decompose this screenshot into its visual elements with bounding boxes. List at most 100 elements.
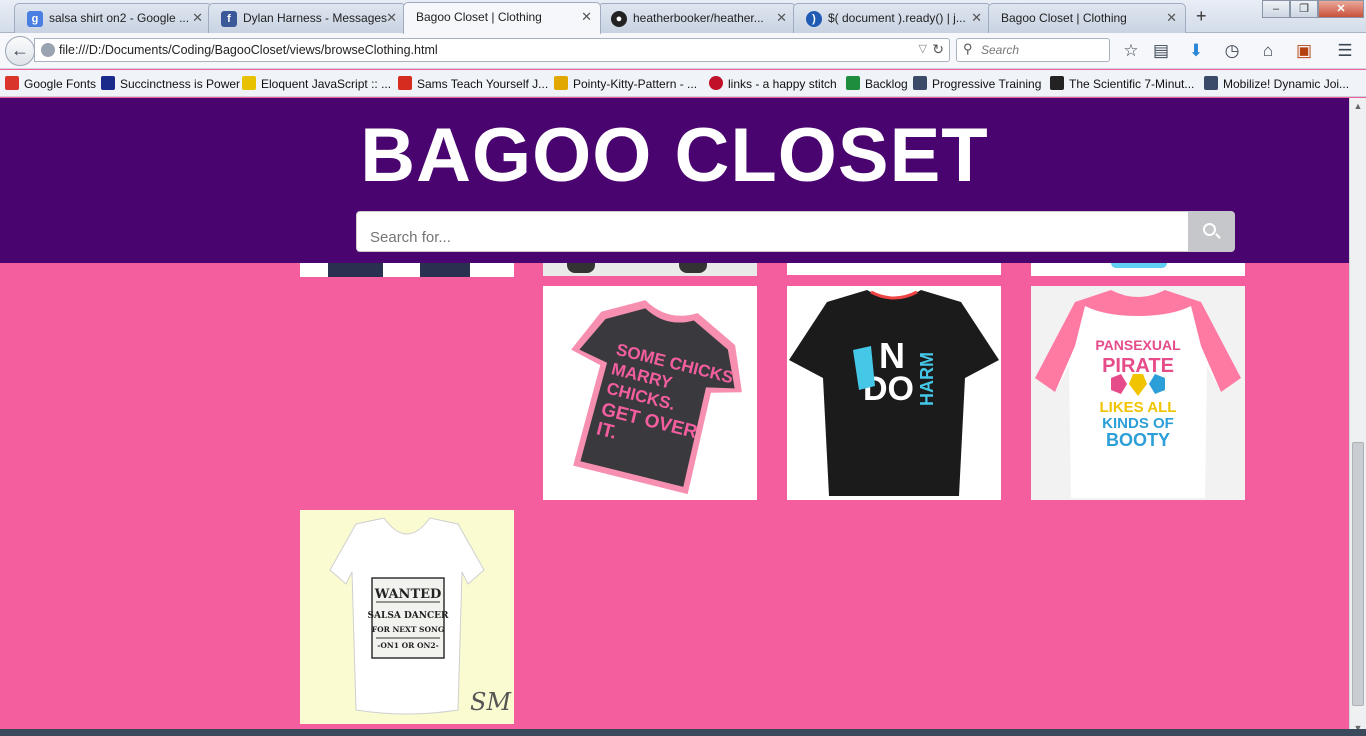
close-icon[interactable]: ✕: [192, 10, 203, 26]
tab-label: Bagoo Closet | Clothing: [416, 10, 542, 24]
tab-label: $( document ).ready() | j...: [828, 11, 966, 25]
window-controls: – ❐ ✕: [1262, 0, 1364, 18]
bookmark-eloquent-js[interactable]: Eloquent JavaScript :: ...: [242, 76, 391, 91]
bookmark-label: Sams Teach Yourself J...: [417, 77, 549, 91]
bookmark-progressive-training[interactable]: Progressive Training: [913, 76, 1041, 91]
close-icon[interactable]: ✕: [386, 10, 397, 26]
minimize-button[interactable]: –: [1262, 0, 1290, 18]
product-card-partial[interactable]: [300, 263, 514, 277]
bookmark-label: Succinctness is Power: [120, 77, 241, 91]
chevron-down-icon[interactable]: ▽: [919, 42, 927, 55]
bookmark-scientific-7-minute[interactable]: The Scientific 7-Minut...: [1050, 76, 1194, 91]
svg-text:BOOTY: BOOTY: [1106, 430, 1170, 450]
bookmark-succinctness[interactable]: Succinctness is Power: [101, 76, 240, 91]
history-icon[interactable]: ◷: [1222, 41, 1242, 61]
page-viewport: SOME CHICKS MARRY CHICKS. GET OVER IT. N…: [0, 98, 1349, 736]
extension-icon[interactable]: ▣: [1294, 41, 1314, 61]
tab-label: Dylan Harness - Messages: [243, 11, 388, 25]
bookmark-label: Mobilize! Dynamic Joi...: [1223, 77, 1350, 91]
google-fonts-icon: [5, 76, 19, 90]
tab-bagoo-closet[interactable]: Bagoo Closet | Clothing ✕: [988, 3, 1186, 33]
close-icon[interactable]: ✕: [581, 9, 592, 25]
url-text: file:///D:/Documents/Coding/BagooCloset/…: [59, 43, 438, 57]
product-card[interactable]: N DO HARM: [787, 286, 1001, 500]
github-icon: ●: [611, 11, 627, 27]
bookmark-label: links - a happy stitch: [728, 77, 837, 91]
tab-label: salsa shirt on2 - Google ...: [49, 11, 190, 25]
svg-text:HARM: HARM: [917, 352, 937, 406]
close-window-button[interactable]: ✕: [1318, 0, 1364, 18]
download-icon[interactable]: ⬇: [1186, 41, 1206, 61]
google-icon: g: [27, 11, 43, 27]
new-tab-button[interactable]: +: [1196, 6, 1207, 27]
product-card-partial[interactable]: [1031, 263, 1245, 276]
menu-icon[interactable]: ☰: [1335, 41, 1355, 61]
tab-label: heatherbooker/heather...: [633, 11, 764, 25]
pansexual-pirate-shirt-image: PANSEXUAL PIRATE LIKES ALL KINDS OF BOOT…: [1031, 286, 1245, 500]
ravelry-icon: [554, 76, 568, 90]
svg-text:PIRATE: PIRATE: [1102, 355, 1174, 377]
shirt-image-partial: [420, 263, 470, 277]
home-icon[interactable]: ⌂: [1258, 41, 1278, 61]
product-card[interactable]: SOME CHICKS MARRY CHICKS. GET OVER IT.: [543, 286, 757, 500]
bookmark-mobilize[interactable]: Mobilize! Dynamic Joi...: [1204, 76, 1349, 91]
reading-list-icon[interactable]: ▤: [1151, 41, 1171, 61]
browser-tabbar: g salsa shirt on2 - Google ... ✕ f Dylan…: [0, 0, 1366, 34]
bookmark-sams[interactable]: Sams Teach Yourself J...: [398, 76, 548, 91]
address-bar[interactable]: file:///D:/Documents/Coding/BagooCloset/…: [34, 38, 950, 62]
restore-button[interactable]: ❐: [1290, 0, 1318, 18]
happy-stitch-icon: [709, 76, 723, 90]
back-button[interactable]: ←: [5, 36, 35, 66]
bookmark-label: The Scientific 7-Minut...: [1069, 77, 1195, 91]
bookmark-happy-stitch[interactable]: links - a happy stitch: [709, 76, 837, 91]
close-icon[interactable]: ✕: [971, 10, 982, 26]
shirt-image-partial: [1111, 263, 1167, 268]
sheets-icon: [846, 76, 860, 90]
shirt-image-partial: [567, 263, 595, 273]
arrow-left-icon: ←: [11, 40, 29, 60]
tab-google-search[interactable]: g salsa shirt on2 - Google ... ✕: [14, 3, 212, 33]
svg-text:-ON1 OR ON2-: -ON1 OR ON2-: [377, 641, 438, 650]
site-header: BAGOO CLOSET: [0, 98, 1349, 263]
tab-bagoo-closet-active[interactable]: Bagoo Closet | Clothing ✕: [403, 2, 601, 34]
page-scrollbar[interactable]: ▲ ▼: [1349, 98, 1366, 736]
sm-signature: SM: [470, 688, 512, 716]
scroll-up-arrow[interactable]: ▲: [1350, 98, 1366, 114]
product-card[interactable]: WANTED SALSA DANCER FOR NEXT SONG -ON1 O…: [300, 510, 514, 724]
search-icon: ⚲: [963, 41, 973, 56]
bookmark-star-icon[interactable]: ☆: [1121, 41, 1141, 61]
close-icon[interactable]: ✕: [776, 10, 787, 26]
facebook-icon: f: [221, 11, 237, 27]
bookmark-backlog[interactable]: Backlog: [846, 76, 908, 91]
globe-icon: [41, 43, 55, 57]
svg-text:LIKES ALL: LIKES ALL: [1100, 399, 1177, 416]
product-card-partial[interactable]: [543, 263, 757, 276]
shirt-image-partial: [328, 263, 383, 277]
product-card-partial[interactable]: [787, 263, 1001, 275]
bookmark-google-fonts[interactable]: Google Fonts: [5, 76, 96, 91]
svg-text:FOR NEXT SONG: FOR NEXT SONG: [372, 625, 445, 634]
sams-icon: [398, 76, 412, 90]
browser-search-placeholder: Search: [981, 43, 1020, 57]
page-icon: [913, 76, 927, 90]
product-card[interactable]: PANSEXUAL PIRATE LIKES ALL KINDS OF BOOT…: [1031, 286, 1245, 500]
site-search-input[interactable]: [356, 211, 1189, 252]
svg-text:SALSA DANCER: SALSA DANCER: [368, 611, 449, 621]
bookmark-pointy-kitty[interactable]: Pointy-Kitty-Pattern - ...: [554, 76, 697, 91]
succinctness-icon: [101, 76, 115, 90]
ejs-icon: [242, 76, 256, 90]
site-search-button[interactable]: [1188, 211, 1235, 252]
tab-facebook-messages[interactable]: f Dylan Harness - Messages ✕: [208, 3, 406, 33]
browser-search-input[interactable]: ⚲ Search: [956, 38, 1110, 62]
os-taskbar: [0, 729, 1366, 736]
reload-icon[interactable]: ↻: [932, 41, 944, 58]
nytimes-icon: [1050, 76, 1064, 90]
shirt-image-partial: [679, 263, 707, 273]
bookmark-label: Eloquent JavaScript :: ...: [261, 77, 392, 91]
bookmark-label: Pointy-Kitty-Pattern - ...: [573, 77, 698, 91]
tab-github[interactable]: ● heatherbooker/heather... ✕: [598, 3, 796, 33]
scroll-thumb[interactable]: [1352, 442, 1364, 706]
close-icon[interactable]: ✕: [1166, 10, 1177, 26]
no-do-harm-shirt-image: N DO HARM: [787, 286, 1001, 500]
tab-jquery[interactable]: ) $( document ).ready() | j... ✕: [793, 3, 991, 33]
